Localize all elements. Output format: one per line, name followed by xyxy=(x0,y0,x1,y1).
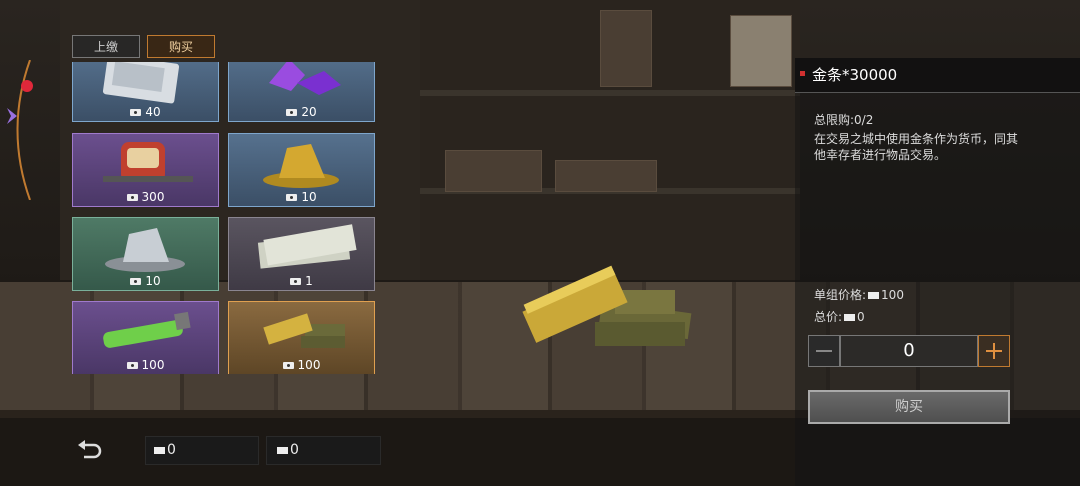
item-description: 在交易之城中使用金条作为货币，同其他幸存者进行物品交易。 xyxy=(814,132,1019,162)
total-price-value: 0 xyxy=(857,310,865,324)
purchase-limit: 总限购:0/2 xyxy=(814,113,874,127)
minus-icon xyxy=(816,350,832,352)
gold-bars-preview xyxy=(522,265,692,346)
cash-icon xyxy=(286,194,298,201)
tab-submit[interactable]: 上缴 xyxy=(72,35,140,58)
cash-icon xyxy=(126,194,138,201)
total-price-row: 总价: 0 xyxy=(814,308,865,325)
item-serum[interactable]: 100 xyxy=(72,301,219,374)
item-silver-ore[interactable]: 10 xyxy=(72,217,219,291)
cash-icon xyxy=(154,446,165,454)
item-price: 1 xyxy=(229,273,374,289)
map-icon xyxy=(73,62,218,105)
item-price: 20 xyxy=(229,104,374,120)
item-price: 300 xyxy=(73,189,218,205)
back-icon[interactable] xyxy=(76,437,104,463)
cash-icon xyxy=(290,278,302,285)
ticket-icon xyxy=(126,362,138,369)
background-shelf-board xyxy=(420,90,800,96)
tab-buy[interactable]: 购买 xyxy=(147,35,215,58)
item-map[interactable]: 40 xyxy=(72,62,219,122)
ticket-icon xyxy=(282,362,294,369)
buy-button[interactable]: 购买 xyxy=(808,390,1010,424)
unit-price-label: 单组价格: xyxy=(814,288,867,302)
gold-ore-icon xyxy=(229,134,374,190)
cash-icon xyxy=(286,109,298,116)
expand-arrow-icon[interactable] xyxy=(4,106,20,126)
item-backpack[interactable]: 300 xyxy=(72,133,219,207)
unit-price-row: 单组价格: 100 xyxy=(814,286,904,303)
item-price: 100 xyxy=(73,357,218,373)
item-price: 10 xyxy=(73,273,218,289)
item-price: 100 xyxy=(229,357,374,373)
ticket-icon xyxy=(868,292,880,299)
quantity-field[interactable]: 0 xyxy=(840,335,978,367)
item-price: 10 xyxy=(229,189,374,205)
item-gold-ore[interactable]: 10 xyxy=(228,133,375,207)
silver-ore-icon xyxy=(73,218,218,274)
item-price: 40 xyxy=(73,104,218,120)
backpack-icon xyxy=(73,134,218,190)
cash-icon xyxy=(130,278,142,285)
background-box xyxy=(445,150,542,192)
serum-icon xyxy=(73,302,218,358)
cash-icon xyxy=(130,109,142,116)
ticket-icon xyxy=(277,446,288,454)
background-box xyxy=(555,160,657,192)
gold-bars-icon xyxy=(229,302,374,358)
item-grid[interactable]: 40 20 300 10 10 1 100 100 xyxy=(72,62,377,374)
background-box xyxy=(730,15,792,87)
side-arc-decoration xyxy=(16,60,31,200)
plus-icon-vertical xyxy=(993,343,995,359)
cash-balance: 0 xyxy=(145,436,259,465)
item-banknotes[interactable]: 1 xyxy=(228,217,375,291)
total-price-label: 总价: xyxy=(814,310,843,324)
unit-price-value: 100 xyxy=(881,288,904,302)
banknotes-icon xyxy=(229,218,374,274)
detail-title: 金条*30000 xyxy=(812,66,898,84)
item-gold-bars[interactable]: 100 xyxy=(228,301,375,374)
ticket-balance: 0 xyxy=(266,436,381,465)
decrease-button[interactable] xyxy=(808,335,840,367)
item-crystal[interactable]: 20 xyxy=(228,62,375,122)
ticket-icon xyxy=(844,314,856,321)
increase-button[interactable] xyxy=(978,335,1010,367)
crystal-icon xyxy=(229,62,374,105)
notification-dot xyxy=(21,80,33,92)
title-marker xyxy=(800,71,805,76)
background-box xyxy=(600,10,652,87)
